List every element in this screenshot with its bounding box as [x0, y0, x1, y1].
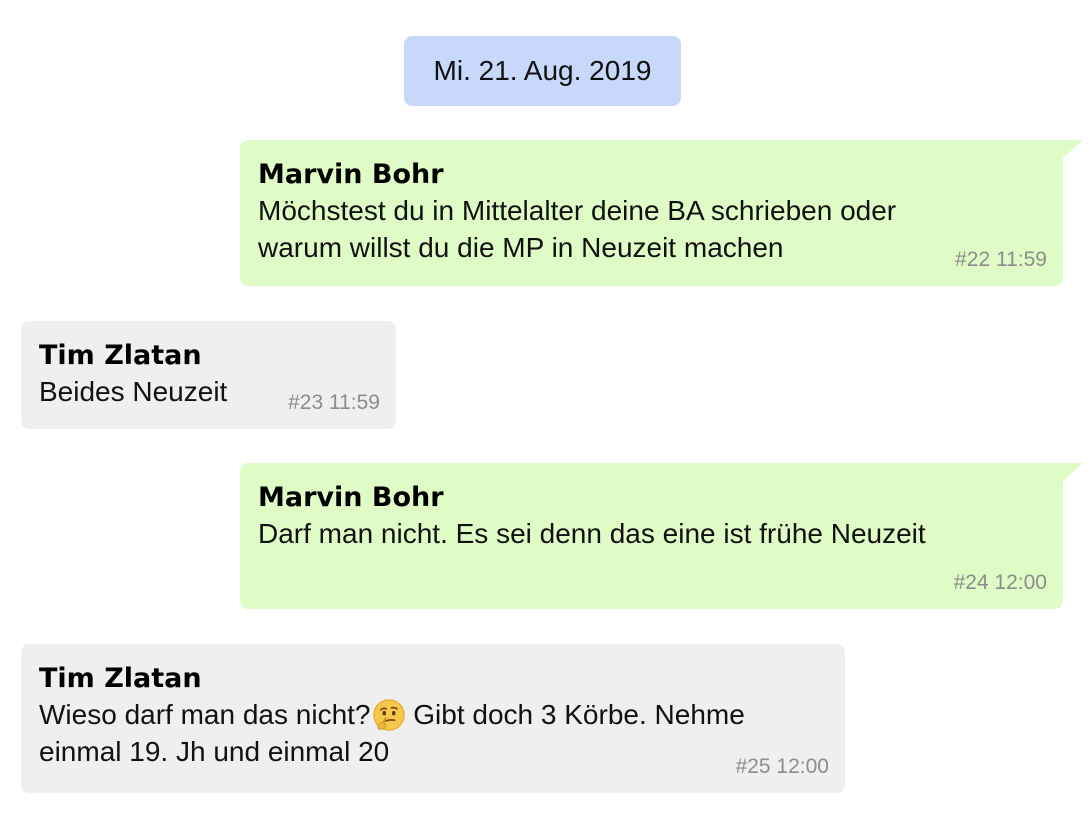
message-bubble-incoming[interactable]: Tim Zlatan Wieso darf man das nicht? Gib… [21, 644, 845, 793]
chat-history: Mi. 21. Aug. 2019 Marvin Bohr Möchstest … [0, 0, 1092, 814]
message-text: Möchstest du in Mittelalter deine BA sch… [258, 192, 1047, 266]
message-text: Wieso darf man das nicht? Gibt doch 3 Kö… [39, 696, 829, 770]
message-meta: #22 11:59 [955, 248, 1047, 271]
message-text-line: einmal 19. Jh und einmal 20 [39, 736, 390, 767]
message-text-segment: Gibt doch 3 Körbe. Nehme [405, 699, 745, 730]
message-bubble-incoming[interactable]: Tim Zlatan Beides Neuzeit #23 11:59 [21, 321, 396, 429]
message-text-segment: Wieso darf man das nicht? [39, 699, 371, 730]
message-sender: Marvin Bohr [258, 482, 444, 513]
message-bubble-outgoing[interactable]: Marvin Bohr Möchstest du in Mittelalter … [240, 140, 1083, 286]
message-sender: Marvin Bohr [258, 159, 444, 190]
message-text: Darf man nicht. Es sei denn das eine ist… [258, 518, 926, 549]
message-sender: Tim Zlatan [39, 340, 202, 371]
thinking-face-icon [372, 699, 405, 731]
message-sender: Tim Zlatan [39, 663, 202, 694]
message-meta: #24 12:00 [953, 571, 1047, 594]
bubble-tail [1063, 140, 1083, 158]
message-bubble-outgoing[interactable]: Marvin Bohr Darf man nicht. Es sei denn … [240, 463, 1083, 609]
message-meta: #25 12:00 [735, 755, 829, 778]
bubble-tail [1063, 463, 1083, 481]
message-meta: #23 11:59 [288, 391, 380, 414]
message-text-line: Möchstest du in Mittelalter deine BA sch… [258, 195, 897, 226]
date-separator: Mi. 21. Aug. 2019 [404, 36, 681, 106]
message-text-line: warum willst du die MP in Neuzeit machen [258, 232, 784, 263]
message-text-line: Wieso darf man das nicht? Gibt doch 3 Kö… [39, 696, 829, 733]
